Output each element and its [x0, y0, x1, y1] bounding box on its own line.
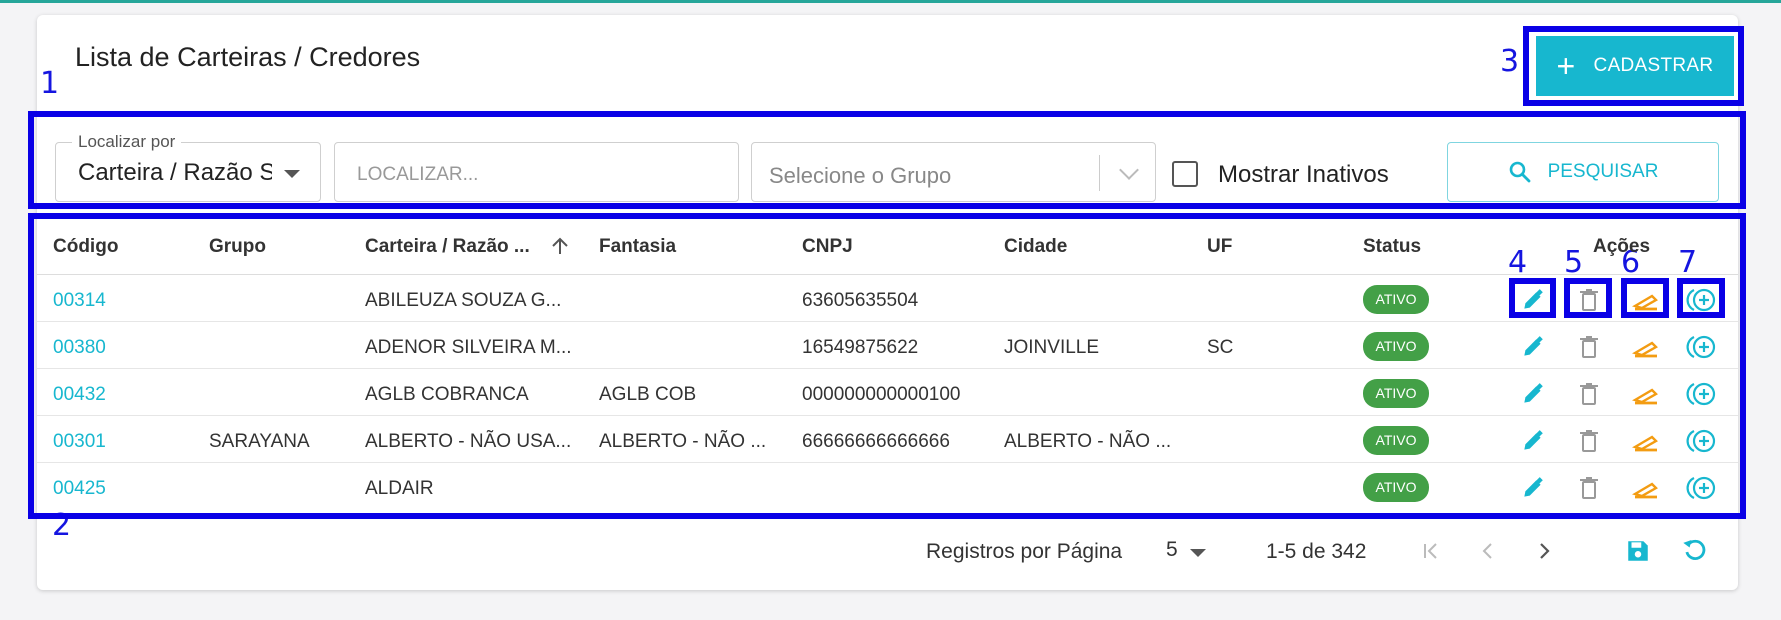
column-header-uf[interactable]: UF: [1207, 236, 1232, 258]
cell-codigo-link[interactable]: 00432: [53, 384, 106, 406]
column-header-grupo[interactable]: Grupo: [209, 236, 266, 258]
status-badge: ATIVO: [1363, 285, 1429, 314]
column-header-codigo[interactable]: Código: [53, 236, 118, 258]
pagination-range: 1-5 de 342: [1266, 540, 1367, 563]
add-circle-icon[interactable]: [1686, 425, 1718, 457]
cell-carteira: AGLB COBRANCA: [365, 384, 529, 405]
cell-codigo-link[interactable]: 00380: [53, 337, 106, 359]
ticket-icon[interactable]: [1630, 331, 1662, 363]
annotation-3: 3: [1500, 44, 1520, 79]
cell-carteira: ALDAIR: [365, 478, 434, 499]
annotation-1: 1: [40, 66, 60, 101]
add-circle-icon[interactable]: [1686, 284, 1718, 316]
cell-fantasia: AGLB COB: [599, 384, 697, 405]
edit-icon[interactable]: [1517, 378, 1549, 410]
cell-cidade: ALBERTO - NÃO ...: [1004, 431, 1172, 452]
row-divider: [37, 462, 1738, 463]
row-divider: [37, 415, 1738, 416]
cell-uf: SC: [1207, 337, 1234, 358]
cell-fantasia: ALBERTO - NÃO ...: [599, 431, 767, 452]
table-header-divider: [37, 274, 1738, 275]
trash-icon[interactable]: [1573, 425, 1605, 457]
caret-down-icon: [1190, 549, 1206, 557]
column-header-fantasia[interactable]: Fantasia: [599, 236, 676, 258]
ticket-icon[interactable]: [1630, 425, 1662, 457]
add-circle-icon[interactable]: [1686, 331, 1718, 363]
trash-icon[interactable]: [1573, 331, 1605, 363]
row-divider: [37, 321, 1738, 322]
refresh-icon[interactable]: [1680, 536, 1710, 566]
add-circle-icon[interactable]: [1686, 472, 1718, 504]
page-title: Lista de Carteiras / Credores: [75, 42, 421, 72]
cell-cnpj: 63605635504: [802, 290, 919, 311]
cell-carteira: ALBERTO - NÃO USA...: [365, 431, 572, 452]
cell-grupo: SARAYANA: [209, 431, 310, 452]
column-header-cidade[interactable]: Cidade: [1004, 236, 1067, 258]
column-header-cnpj[interactable]: CNPJ: [802, 236, 853, 258]
cell-cnpj: 16549875622: [802, 337, 919, 358]
next-page-icon[interactable]: [1529, 536, 1559, 566]
status-badge: ATIVO: [1363, 426, 1429, 455]
cell-cidade: JOINVILLE: [1004, 337, 1100, 358]
per-page-value: 5: [1166, 538, 1178, 561]
column-header-carteira[interactable]: Carteira / Razão ...: [365, 236, 530, 258]
prev-page-icon[interactable]: [1473, 536, 1503, 566]
edit-icon[interactable]: [1517, 284, 1549, 316]
cell-carteira: ADENOR SILVEIRA M...: [365, 337, 572, 358]
row-divider: [37, 368, 1738, 369]
column-header-acoes: Ações: [1593, 236, 1651, 257]
status-badge: ATIVO: [1363, 473, 1429, 502]
top-accent-line: [0, 0, 1781, 3]
ticket-icon[interactable]: [1630, 378, 1662, 410]
annotation-box-3: [1523, 26, 1744, 106]
cell-codigo-link[interactable]: 00425: [53, 478, 106, 500]
trash-icon[interactable]: [1573, 378, 1605, 410]
cell-cnpj: 66666666666666: [802, 431, 950, 452]
status-badge: ATIVO: [1363, 332, 1429, 361]
ticket-icon[interactable]: [1630, 284, 1662, 316]
cell-codigo-link[interactable]: 00314: [53, 290, 106, 312]
trash-icon[interactable]: [1573, 284, 1605, 316]
ticket-icon[interactable]: [1630, 472, 1662, 504]
edit-icon[interactable]: [1517, 425, 1549, 457]
annotation-box-2: [28, 213, 1746, 519]
status-badge: ATIVO: [1363, 379, 1429, 408]
column-header-status[interactable]: Status: [1363, 236, 1421, 258]
cell-carteira: ABILEUZA SOUZA G...: [365, 290, 562, 311]
add-circle-icon[interactable]: [1686, 378, 1718, 410]
per-page-label: Registros por Página: [926, 540, 1123, 563]
trash-icon[interactable]: [1573, 472, 1605, 504]
save-icon[interactable]: [1623, 536, 1653, 566]
per-page-select[interactable]: 5: [1166, 538, 1206, 562]
sort-arrow-up-icon[interactable]: [550, 236, 570, 262]
annotation-box-1: [28, 111, 1746, 209]
cell-cnpj: 000000000000100: [802, 384, 961, 405]
edit-icon[interactable]: [1517, 331, 1549, 363]
cell-codigo-link[interactable]: 00301: [53, 431, 106, 453]
first-page-icon[interactable]: [1416, 536, 1446, 566]
edit-icon[interactable]: [1517, 472, 1549, 504]
